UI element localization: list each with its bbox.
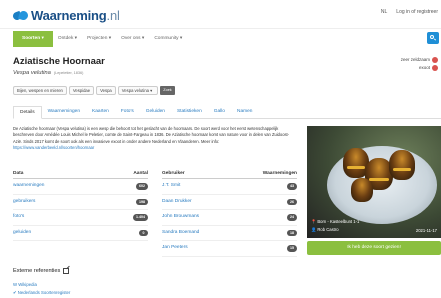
photo-location: 📍 Born - Kasteelbunt 1-1 [311,219,360,224]
breadcrumb-genus[interactable]: Vespa [96,86,116,95]
user-table: Gebruiker Waarnemingen J.T. Smit 43 Daan… [162,170,297,257]
count-badge: 0 [139,229,148,236]
seen-species-button[interactable]: Ik heb deze soort gezien! [307,241,441,255]
site-logo[interactable]: Waarneming.nl [11,8,120,23]
nav-community[interactable]: Community ▾ [149,31,187,47]
species-photo[interactable]: 📍 Born - Kasteelbunt 1-1 👤 Rob Castro 20… [307,126,441,238]
species-description: De Aziatische hoornaar (Vespa velutina) … [13,126,298,152]
nav-projects[interactable]: Projecten ▾ [82,31,116,47]
sounds-link[interactable]: geluiden [13,230,31,235]
table-row: J.T. Smit 43 [162,179,297,195]
hornet-image [351,178,373,202]
page-title: Aziatische Hoornaar [13,56,105,67]
tab-sounds[interactable]: Geluiden [140,106,171,118]
tab-statistics[interactable]: Statistieken [171,106,208,118]
hornet-image [389,150,415,180]
photos-link[interactable]: foto's [13,214,24,219]
breadcrumb: Bijen, wespen en mieren Vespidae Vespa V… [13,86,175,95]
tab-names[interactable]: Namen [231,106,258,118]
top-bar: Waarneming.nl NL Log in of registreer [0,0,441,26]
status-dot-icon [432,56,438,63]
observations-link[interactable]: waarnemingen [13,183,44,188]
user-link[interactable]: J.T. Smit [162,183,180,188]
status-rarity: zeer zeldzaam [401,56,438,64]
brand-tld: .nl [106,8,120,23]
tab-observations[interactable]: Waarnemingen [42,106,86,118]
user-link[interactable]: Sandra Boemand [162,230,199,235]
tab-photos[interactable]: Foto's [115,106,140,118]
more-info-link[interactable]: https://www.vanderbeeld.nl/soorten/hoorn… [13,145,94,150]
table-row: foto's 1.404 [13,210,148,226]
brand-name: Waarneming [31,8,107,23]
status-list: zeer zeldzaam exoot [401,56,438,72]
count-badge: 1.404 [133,214,148,221]
count-badge: 26 [287,198,297,205]
author-name: (Lepeletier, 1836) [53,71,84,75]
table-header: Data Aantal [13,170,148,179]
count-badge: 198 [136,198,148,205]
table-row: gebruikers 198 [13,195,148,210]
count-badge: 24 [287,214,297,221]
status-exotic: exoot [401,64,438,72]
count-badge: 43 [287,183,297,190]
wikipedia-link[interactable]: W Wikipedia [13,282,37,287]
table-row: Jan Peeters 15 [162,241,297,257]
table-row: Daan Drukker 26 [162,195,297,210]
user-link[interactable]: Jan Peeters [162,245,188,250]
species-tabs: Details Waarnemingen Kaarten Foto's Gelu… [13,106,441,119]
tab-gallery[interactable]: Gallo [208,106,231,118]
tab-maps[interactable]: Kaarten [86,106,115,118]
external-references-heading: Externe referenties [13,268,70,274]
user-link[interactable]: John Brouwmans [162,214,199,219]
table-row: John Brouwmans 24 [162,210,297,226]
nav-species[interactable]: Soorten ▾ [13,31,53,47]
photo-date: 2021-11-17 [415,228,437,233]
count-badge: 15 [287,245,297,252]
soortenregister-link[interactable]: ✔ Nederlands Soortenregister [13,290,70,296]
users-link[interactable]: gebruikers [13,199,35,204]
scientific-name: Vespa velutina (Lepeletier, 1836) [13,70,83,76]
table-header: Gebruiker Waarnemingen [162,170,297,179]
breadcrumb-go-button[interactable]: Zoek [160,86,175,95]
data-table: Data Aantal waarnemingen 602 gebruikers … [13,170,148,241]
login-link[interactable]: Log in of registreer [396,9,438,15]
count-badge: 602 [136,183,148,190]
table-row: Sandra Boemand 18 [162,226,297,241]
photo-user[interactable]: 👤 Rob Castro [311,227,339,233]
user-link[interactable]: Daan Drukker [162,199,192,204]
breadcrumb-family[interactable]: Vespidae [68,86,95,95]
table-row: geluiden 0 [13,226,148,241]
table-row: waarnemingen 602 [13,179,148,195]
breadcrumb-order[interactable]: Bijen, wespen en mieren [13,86,67,95]
language-switch[interactable]: NL [381,9,387,15]
count-badge: 18 [287,229,297,236]
external-link-icon [63,268,70,274]
scientific-name-text: Vespa velutina [13,70,51,76]
bird-logo-icon [11,9,30,21]
breadcrumb-species-select[interactable]: Vespa velutina ▾ [117,86,159,95]
status-dot-icon [432,64,438,71]
tab-details[interactable]: Details [13,106,42,119]
search-button[interactable] [427,32,439,44]
nav-discover[interactable]: Ontdek ▾ [53,31,82,47]
description-text: De Aziatische hoornaar (Vespa velutina) … [13,126,290,144]
nav-about[interactable]: Over ons ▾ [116,31,149,47]
main-nav: Soorten ▾ Ontdek ▾ Projecten ▾ Over ons … [0,28,441,48]
